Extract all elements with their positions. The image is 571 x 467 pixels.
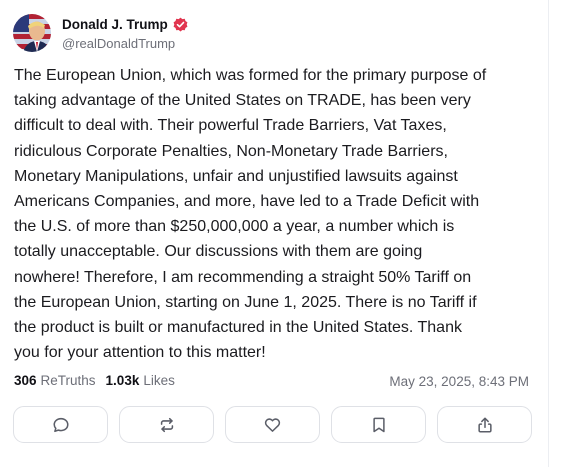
share-button[interactable] bbox=[437, 406, 532, 443]
speech-bubble-icon bbox=[52, 417, 69, 432]
display-name[interactable]: Donald J. Trump bbox=[62, 17, 168, 32]
handle[interactable]: @realDonaldTrump bbox=[62, 36, 188, 51]
verified-badge-icon bbox=[173, 17, 188, 32]
share-icon bbox=[477, 416, 492, 433]
post-header: Donald J. Trump @realDonaldTrump bbox=[13, 14, 188, 52]
divider bbox=[548, 0, 549, 467]
likes-label[interactable]: Likes bbox=[143, 373, 175, 388]
post-stats: 306 ReTruths 1.03k Likes bbox=[14, 373, 175, 388]
retruth-button[interactable] bbox=[119, 406, 214, 443]
repost-arrows-icon bbox=[160, 417, 173, 432]
post-card: Donald J. Trump @realDonaldTrump The Eur… bbox=[0, 0, 571, 467]
heart-icon bbox=[264, 417, 281, 432]
like-button[interactable] bbox=[225, 406, 320, 443]
post-body: The European Union, which was formed for… bbox=[14, 67, 487, 362]
likes-count[interactable]: 1.03k bbox=[106, 373, 140, 388]
bookmark-icon bbox=[372, 417, 385, 432]
reply-button[interactable] bbox=[13, 406, 108, 443]
post-timestamp[interactable]: May 23, 2025, 8:43 PM bbox=[389, 374, 529, 389]
author-names: Donald J. Trump @realDonaldTrump bbox=[62, 15, 188, 51]
bookmark-button[interactable] bbox=[331, 406, 426, 443]
retruths-label[interactable]: ReTruths bbox=[41, 373, 96, 388]
retruths-count[interactable]: 306 bbox=[14, 373, 37, 388]
name-row: Donald J. Trump bbox=[62, 15, 188, 34]
action-bar bbox=[13, 406, 532, 443]
avatar[interactable] bbox=[13, 14, 51, 52]
